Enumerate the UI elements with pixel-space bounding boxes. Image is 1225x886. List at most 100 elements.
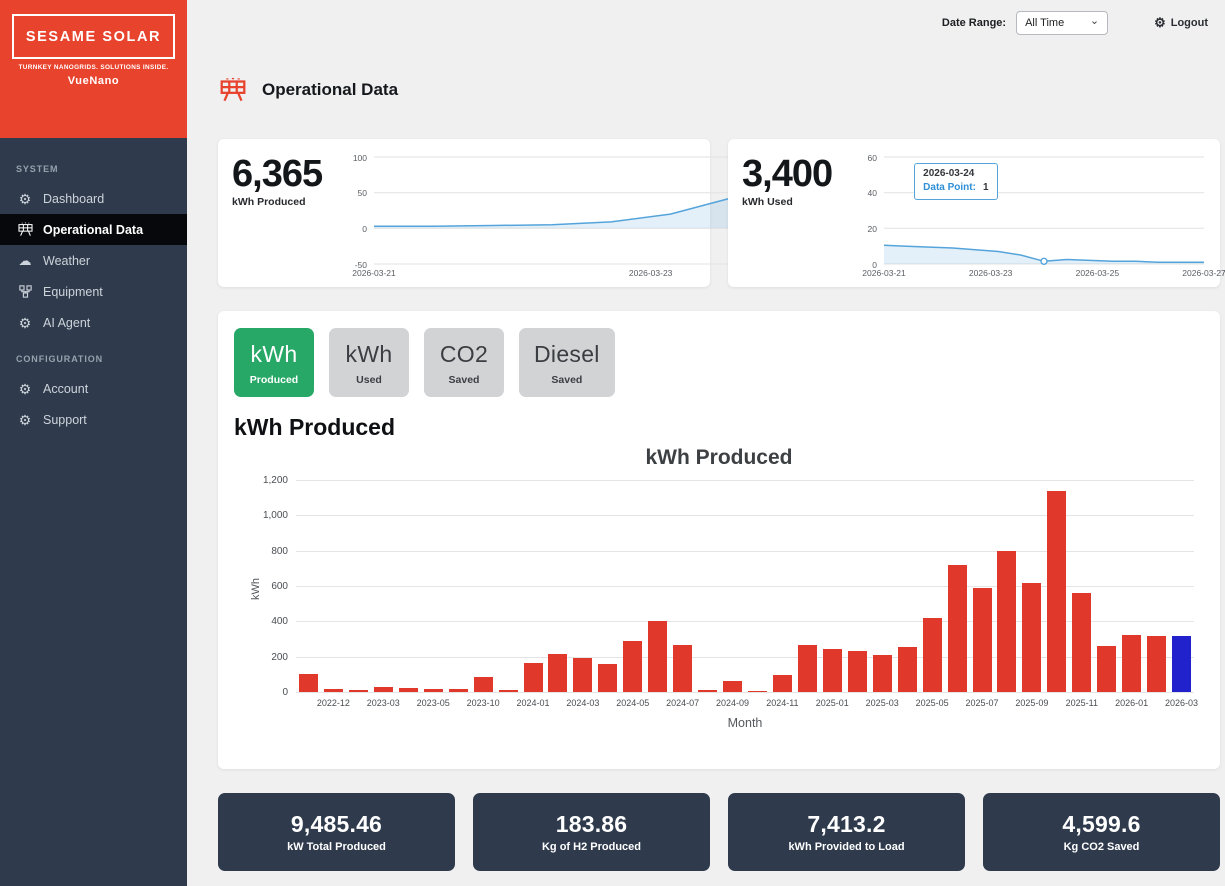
cloud-icon: ☁ (16, 254, 34, 267)
stat-card-kwh-provided-to-load: 7,413.2kWh Provided to Load (728, 793, 965, 871)
bar[interactable] (598, 664, 617, 692)
gear-icon: ⚙ (16, 382, 34, 396)
x-tick-label: 2026-01 (1115, 698, 1148, 708)
x-tick-label: 2025-07 (965, 698, 998, 708)
y-tick-label: 50 (344, 188, 367, 198)
y-tick-label: 20 (854, 224, 877, 234)
x-tick-label: 2025-01 (816, 698, 849, 708)
bar[interactable] (723, 681, 742, 692)
sidebar-nav: SYSTEM⚙Dashboard Operational Data ☁Weather… (0, 138, 187, 435)
gear-icon: ⚙ (1154, 16, 1166, 29)
x-tick-label: 2025-03 (866, 698, 899, 708)
brand-product: VueNano (12, 75, 175, 87)
chart-tooltip: 2026-03-24Data Point:1 (914, 163, 997, 200)
bar[interactable] (1072, 593, 1091, 692)
sidebar-item-weather[interactable]: ☁Weather (0, 245, 187, 276)
chart-title: kWh Produced (234, 446, 1204, 470)
bar[interactable] (474, 677, 493, 692)
bar[interactable] (623, 641, 642, 692)
toggle-sub-label: Saved (439, 374, 489, 386)
stat-value: 9,485.46 (291, 811, 382, 838)
y-tick-label: 40 (854, 188, 877, 198)
sidebar-item-label: Operational Data (43, 223, 143, 237)
stat-card-kw-total-produced: 9,485.46 kW Total Produced (218, 793, 455, 871)
toggle-diesel-saved[interactable]: DieselSaved (519, 328, 615, 397)
toggle-big-label: CO2 (439, 341, 489, 368)
bar[interactable] (524, 663, 543, 692)
nav-section-system: SYSTEM (0, 148, 187, 183)
x-tick-label: 2024-01 (516, 698, 549, 708)
y-tick-label: 0 (344, 224, 367, 234)
tooltip-label: Data Point: (923, 182, 976, 193)
sidebar-item-dashboard[interactable]: ⚙Dashboard (0, 183, 187, 214)
equipment-icon (16, 284, 34, 299)
logout-button[interactable]: ⚙ Logout (1154, 16, 1208, 29)
sidebar-item-support[interactable]: ⚙Support (0, 404, 187, 435)
x-tick-label: 2026-03 (1165, 698, 1198, 708)
bar[interactable] (773, 675, 792, 692)
sparkline-svg (854, 149, 1208, 279)
bar[interactable] (1097, 646, 1116, 692)
bar[interactable] (848, 651, 867, 693)
bar[interactable] (1022, 583, 1041, 692)
bar[interactable] (499, 690, 518, 692)
bar[interactable] (673, 645, 692, 692)
bar[interactable] (898, 647, 917, 692)
bar[interactable] (1047, 491, 1066, 692)
stat-value: 183.86 (556, 811, 628, 838)
sparkline-chart[interactable]: 02040602026-03-212026-03-232026-03-25202… (854, 149, 1208, 279)
y-tick-label: 1,200 (234, 475, 288, 486)
brand-logo: SESAME SOLAR TURNKEY NANOGRIDS. SOLUTION… (0, 0, 187, 138)
sidebar-item-operational-data[interactable]: Operational Data (0, 214, 187, 245)
bar[interactable] (698, 690, 717, 692)
sidebar-item-account[interactable]: ⚙Account (0, 373, 187, 404)
chevron-down-icon: ⌄ (1090, 14, 1099, 27)
bar[interactable] (798, 645, 817, 692)
sparkline-chart[interactable]: -500501002026-03-212026-03-232026-03-252… (344, 149, 698, 279)
bar[interactable] (997, 551, 1016, 692)
toggle-kwh-used[interactable]: kWhUsed (329, 328, 409, 397)
bar-chart: 02004006008001,0001,2002022-122023-03202… (234, 472, 1204, 734)
y-tick-label: 200 (234, 652, 288, 663)
summary-cards: 6,365kWh Produced-500501002026-03-212026… (218, 139, 1220, 287)
x-tick-label: 2024-11 (766, 698, 798, 708)
bar[interactable] (648, 621, 667, 692)
x-tick-label: 2022-12 (317, 698, 350, 708)
date-range-select[interactable]: All Time ⌄ (1016, 11, 1108, 35)
toggle-co2-saved[interactable]: CO2 Saved (424, 328, 504, 397)
bar[interactable] (873, 655, 892, 692)
bar[interactable] (1172, 636, 1191, 693)
y-tick-label: 1,000 (234, 510, 288, 521)
gridline (296, 480, 1194, 481)
bar[interactable] (573, 658, 592, 693)
sidebar-item-label: Equipment (43, 285, 103, 299)
bar[interactable] (1147, 636, 1166, 693)
stat-label: kW Total Produced (287, 841, 386, 853)
tooltip-row: Data Point:1 (923, 181, 988, 195)
bar[interactable] (449, 689, 468, 692)
bar[interactable] (748, 691, 767, 692)
bar[interactable] (299, 674, 318, 692)
bar[interactable] (548, 654, 567, 692)
bar[interactable] (399, 688, 418, 692)
stat-value: 7,413.2 (807, 811, 885, 838)
bar[interactable] (374, 687, 393, 692)
bar[interactable] (973, 588, 992, 692)
main-content: Date Range: All Time ⌄ ⚙ Logout Operatio… (187, 0, 1225, 886)
sidebar-item-ai-agent[interactable]: ⚙AI Agent (0, 307, 187, 338)
bar[interactable] (349, 690, 368, 692)
bar[interactable] (823, 649, 842, 692)
stat-card-kg-co2-saved: 4,599.6Kg CO2 Saved (983, 793, 1220, 871)
x-tick-label: 2024-05 (616, 698, 649, 708)
toggle-kwh-produced[interactable]: kWhProduced (234, 328, 314, 397)
bar[interactable] (948, 565, 967, 692)
date-range-label: Date Range: (942, 17, 1006, 29)
bar[interactable] (1122, 635, 1141, 692)
metric-toggles: kWhProducedkWhUsed CO2 Saved DieselSaved (234, 328, 1204, 397)
bar[interactable] (324, 689, 343, 692)
gridline (296, 692, 1194, 693)
bar[interactable] (424, 689, 443, 693)
sidebar-item-equipment[interactable]: Equipment (0, 276, 187, 307)
x-tick-label: 2025-11 (1066, 698, 1098, 708)
bar[interactable] (923, 618, 942, 692)
